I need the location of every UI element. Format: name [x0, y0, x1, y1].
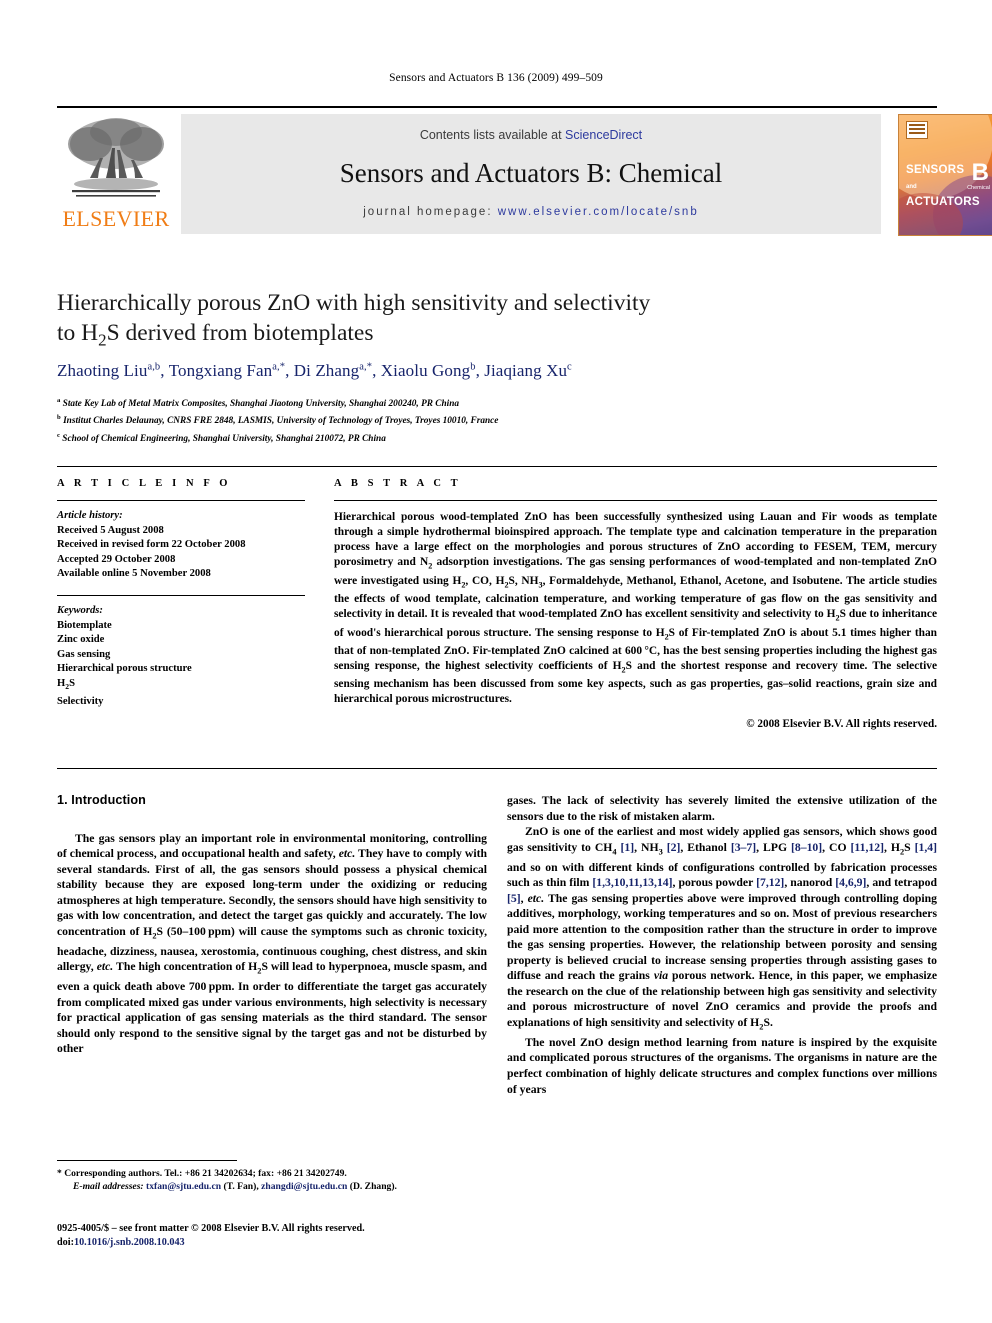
email-owner-1: (T. Fan),: [221, 1180, 262, 1192]
article-history-block: Article history: Received 5 August 2008 …: [57, 509, 305, 582]
issn-front-matter: 0925-4005/$ – see front matter © 2008 El…: [57, 1223, 365, 1234]
keyword-item: Biotemplate: [57, 619, 112, 631]
email-note: E-mail addresses: txfan@sjtu.edu.cn (T. …: [57, 1181, 497, 1194]
journal-cover-image: SENSORS and ACTUATORS B Chemical: [898, 114, 992, 236]
email-label: E-mail addresses:: [73, 1180, 144, 1192]
history-item: Received in revised form 22 October 2008: [57, 539, 246, 551]
article-history-label: Article history:: [57, 510, 123, 521]
keyword-item: H2S: [57, 677, 75, 692]
body-paragraph: gases. The lack of selectivity has sever…: [507, 794, 937, 823]
author-name[interactable]: Xiaolu Gong: [381, 361, 470, 380]
doi-link[interactable]: 10.1016/j.snb.2008.10.043: [74, 1237, 185, 1248]
author-mark: c: [567, 361, 572, 373]
article-page: Sensors and Actuators B 136 (2009) 499–5…: [0, 0, 992, 1323]
author-sep: ,: [285, 361, 294, 380]
history-item: Accepted 29 October 2008: [57, 553, 176, 565]
author-list: Zhaoting Liua,b, Tongxiang Fana,*, Di Zh…: [57, 361, 917, 381]
cover-subtitle: Chemical: [967, 185, 990, 191]
author-sep: ,: [372, 361, 381, 380]
article-info-heading: A R T I C L E I N F O: [57, 478, 232, 489]
author-name[interactable]: Zhaoting Liu: [57, 361, 147, 380]
affiliation-mark: c: [57, 431, 60, 439]
body-paragraph: The novel ZnO design method learning fro…: [507, 1035, 937, 1096]
title-line-2-part-b: S derived from biotemplates: [106, 320, 374, 346]
affiliation-item: b Institut Charles Delaunay, CNRS FRE 28…: [57, 411, 917, 428]
journal-homepage-line: journal homepage: www.elsevier.com/locat…: [181, 206, 881, 218]
journal-band: Contents lists available at ScienceDirec…: [181, 114, 881, 234]
email-owner-2: (D. Zhang).: [347, 1180, 397, 1192]
abstract-heading: A B S T R A C T: [334, 478, 462, 489]
info-divider-2: [57, 594, 305, 596]
keyword-item: Gas sensing: [57, 648, 111, 660]
doi-label: doi:: [57, 1236, 74, 1248]
author-mark: a,*: [272, 361, 286, 373]
body-column-right: gases. The lack of selectivity has sever…: [507, 793, 937, 1097]
abstract-text: Hierarchical porous wood-templated ZnO h…: [334, 511, 938, 706]
cover-publisher-mark-icon: [906, 121, 928, 139]
homepage-prefix: journal homepage:: [363, 206, 498, 218]
cover-line-2: ACTUATORS: [906, 196, 980, 208]
homepage-url-link[interactable]: www.elsevier.com/locate/snb: [498, 206, 699, 218]
affiliation-mark: a: [57, 397, 61, 404]
elsevier-wordmark: ELSEVIER: [62, 206, 170, 231]
contents-prefix: Contents lists available at: [419, 128, 566, 142]
contents-available-line: Contents lists available at ScienceDirec…: [181, 128, 881, 142]
keywords-block: Keywords: Biotemplate Zinc oxide Gas sen…: [57, 604, 305, 709]
abstract-divider: [334, 500, 937, 501]
author-name[interactable]: Jiaqiang Xu: [484, 361, 567, 380]
author-name[interactable]: Tongxiang Fan: [169, 361, 273, 380]
corresponding-author-note: * Corresponding authors. Tel.: +86 21 34…: [57, 1168, 347, 1179]
author-sep: ,: [475, 361, 485, 380]
title-line-1: Hierarchically porous ZnO with high sens…: [57, 290, 651, 316]
author-mark: a,*: [359, 361, 373, 373]
abstract-copyright: © 2008 Elsevier B.V. All rights reserved…: [746, 717, 937, 730]
email-link-1[interactable]: txfan@sjtu.edu.cn: [146, 1181, 221, 1192]
footnote-block: * Corresponding authors. Tel.: +86 21 34…: [57, 1168, 497, 1193]
footnote-divider: [57, 1160, 237, 1161]
title-line-2-part-a: to H: [57, 320, 99, 346]
cover-title-text: SENSORS and ACTUATORS: [906, 163, 980, 210]
affiliation-text: State Key Lab of Metal Matrix Composites…: [62, 399, 460, 410]
running-head: Sensors and Actuators B 136 (2009) 499–5…: [389, 72, 603, 84]
info-divider-1: [57, 500, 305, 501]
section-heading-introduction: 1. Introduction: [57, 793, 146, 807]
journal-title: Sensors and Actuators B: Chemical: [339, 158, 723, 188]
email-link-2[interactable]: zhangdi@sjtu.edu.cn: [261, 1181, 347, 1192]
author-sep: ,: [160, 361, 169, 380]
abstract-bottom-divider: [57, 768, 937, 769]
body-paragraph: The gas sensors play an important role i…: [57, 831, 487, 1056]
page-title: Hierarchically porous ZnO with high sens…: [57, 288, 757, 356]
sciencedirect-link[interactable]: ScienceDirect: [565, 128, 642, 142]
history-item: Received 5 August 2008: [57, 524, 164, 536]
history-item: Available online 5 November 2008: [57, 568, 211, 580]
body-column-left: 1. Introduction The gas sensors play an …: [57, 793, 487, 1057]
elsevier-tree-icon: [60, 114, 172, 206]
keyword-item: Hierarchical porous structure: [57, 663, 192, 675]
body-paragraph: ZnO is one of the earliest and most wide…: [507, 825, 938, 1032]
journal-masthead: ELSEVIER Contents lists available at Sci…: [57, 106, 992, 236]
keywords-label: Keywords:: [57, 604, 103, 616]
affiliation-mark: b: [57, 414, 61, 422]
affiliation-text: Institut Charles Delaunay, CNRS FRE 2848…: [63, 416, 499, 427]
affiliation-text: School of Chemical Engineering, Shanghai…: [62, 433, 386, 444]
affiliation-item: c School of Chemical Engineering, Shangh…: [57, 429, 917, 446]
imprint-block: 0925-4005/$ – see front matter © 2008 El…: [57, 1222, 527, 1249]
info-top-divider: [57, 466, 937, 467]
affiliation-list: a State Key Lab of Metal Matrix Composit…: [57, 394, 917, 446]
doi-line: doi:10.1016/j.snb.2008.10.043: [57, 1236, 527, 1250]
author-mark: a,b: [147, 361, 161, 373]
affiliation-item: a State Key Lab of Metal Matrix Composit…: [57, 394, 917, 411]
cover-line-1: SENSORS: [906, 164, 965, 176]
keyword-item: Zinc oxide: [57, 634, 105, 646]
article-info-column: A R T I C L E I N F O Article history: R…: [57, 478, 305, 709]
cover-and: and: [906, 184, 917, 190]
elsevier-logo: ELSEVIER: [57, 114, 175, 234]
author-name[interactable]: Di Zhang: [294, 361, 359, 380]
abstract-column: A B S T R A C T Hierarchical porous wood…: [334, 478, 937, 730]
keyword-item: Selectivity: [57, 695, 104, 707]
cover-letter-b: B: [971, 159, 989, 186]
title-subscript: 2: [98, 330, 107, 350]
